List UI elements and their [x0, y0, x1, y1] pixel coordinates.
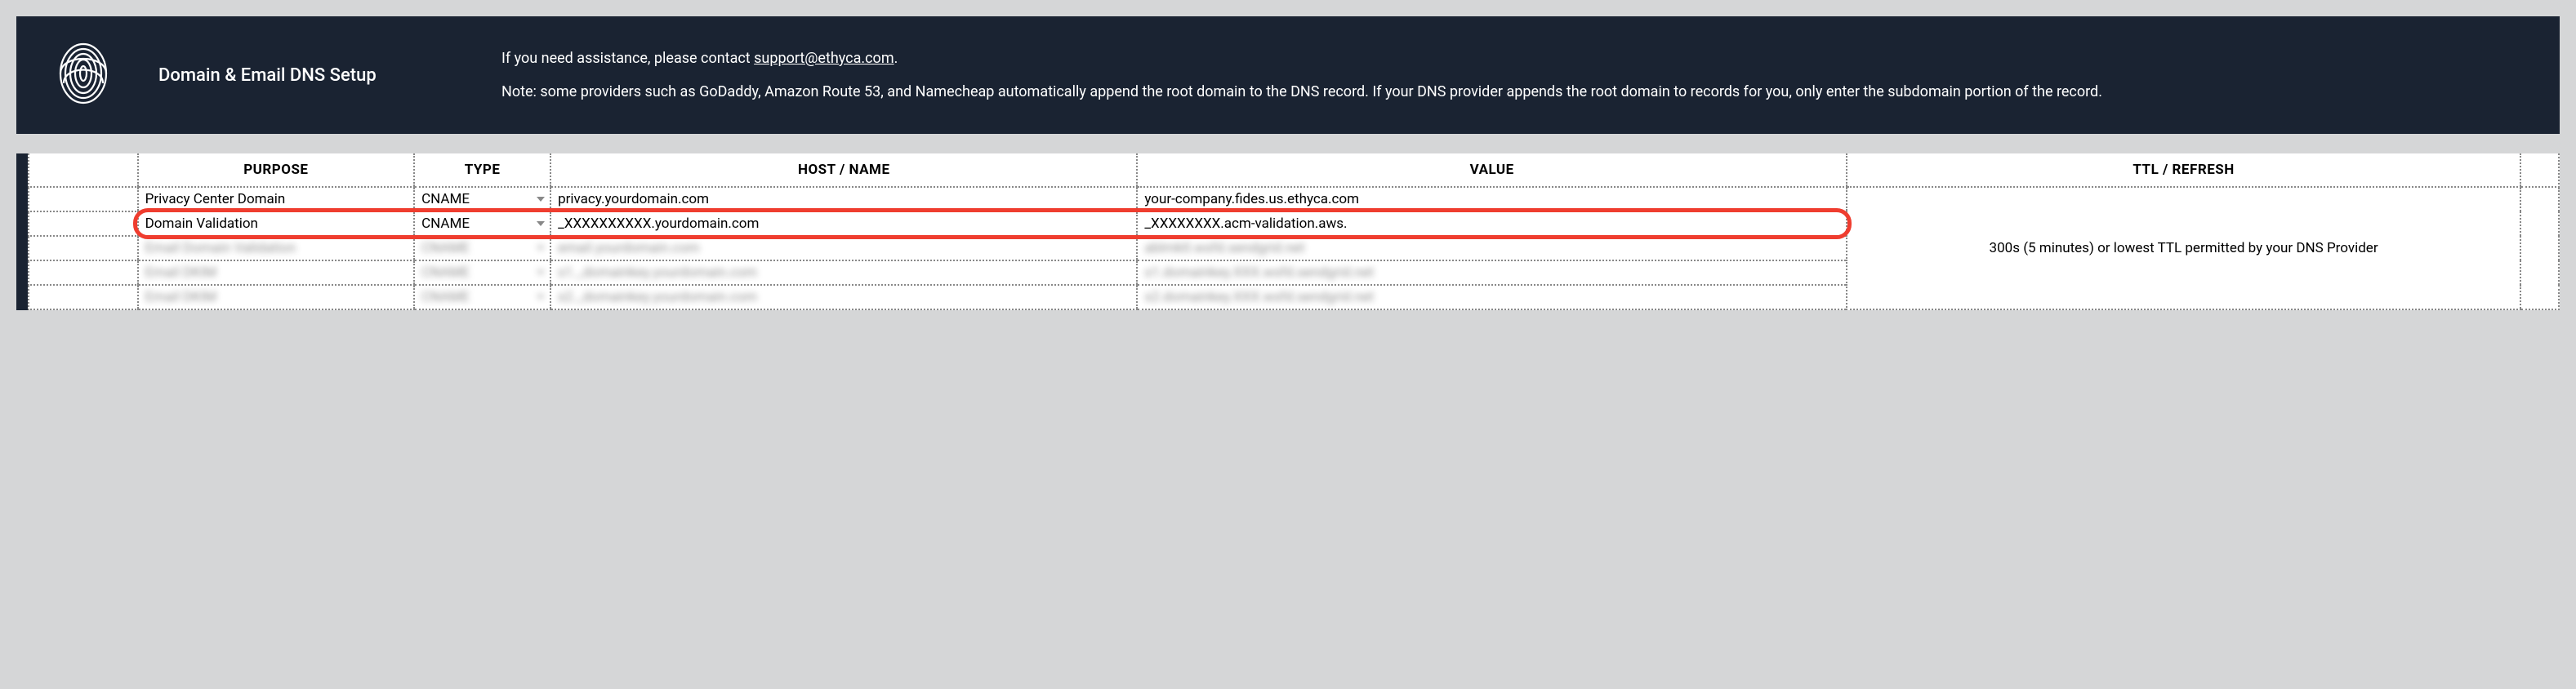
column-header-type: TYPE	[414, 153, 550, 187]
cell-value: s1.domainkey.XXX.wsfd.sendgrid.net	[1137, 260, 1847, 285]
cell-value: _XXXXXXXX.acm-validation.aws.	[1137, 211, 1847, 236]
table-row: Privacy Center Domain CNAME privacy.your…	[29, 187, 2559, 211]
cell-type[interactable]: CNAME	[414, 236, 550, 260]
page-title: Domain & Email DNS Setup	[158, 65, 452, 86]
cell-purpose: Email DKIM	[138, 260, 414, 285]
cell-host: s1._domainkey.yourdomain.com	[550, 260, 1137, 285]
cell-spacer	[29, 187, 138, 211]
dns-table-wrapper: PURPOSE TYPE HOST / NAME VALUE TTL / REF…	[16, 153, 2560, 310]
type-value: CNAME	[421, 191, 470, 207]
provider-note: Note: some providers such as GoDaddy, Am…	[501, 81, 2519, 103]
dns-records-table: PURPOSE TYPE HOST / NAME VALUE TTL / REF…	[28, 153, 2560, 310]
cell-type[interactable]: CNAME	[414, 211, 550, 236]
cell-spacer	[29, 285, 138, 309]
cell-host: s2._domainkey.yourdomain.com	[550, 285, 1137, 309]
chevron-down-icon	[537, 270, 545, 275]
cell-purpose: Email DKIM	[138, 285, 414, 309]
chevron-down-icon	[537, 295, 545, 300]
column-header-ttl: TTL / REFRESH	[1847, 153, 2520, 187]
cell-spacer-end	[2520, 187, 2559, 309]
chevron-down-icon	[537, 197, 545, 202]
type-value: CNAME	[421, 264, 470, 281]
cell-host: email.yourdomain.com	[550, 236, 1137, 260]
column-header-value: VALUE	[1137, 153, 1847, 187]
cell-spacer	[29, 236, 138, 260]
cell-spacer	[29, 260, 138, 285]
assistance-text-suffix: .	[894, 50, 898, 67]
cell-value: s2.domainkey.XXX.wsfd.sendgrid.net	[1137, 285, 1847, 309]
column-spacer-end	[2520, 153, 2559, 187]
column-spacer	[29, 153, 138, 187]
cell-type[interactable]: CNAME	[414, 187, 550, 211]
type-value: CNAME	[421, 216, 470, 232]
chevron-down-icon	[537, 246, 545, 251]
cell-purpose: Email Domain Validation	[138, 236, 414, 260]
header-description: If you need assistance, please contact s…	[501, 47, 2519, 103]
column-header-purpose: PURPOSE	[138, 153, 414, 187]
cell-host: privacy.yourdomain.com	[550, 187, 1137, 211]
cell-purpose: Domain Validation	[138, 211, 414, 236]
cell-type[interactable]: CNAME	[414, 260, 550, 285]
cell-ttl: 300s (5 minutes) or lowest TTL permitted…	[1847, 187, 2520, 309]
cell-type[interactable]: CNAME	[414, 285, 550, 309]
table-left-accent	[16, 153, 28, 310]
cell-purpose: Privacy Center Domain	[138, 187, 414, 211]
support-email-link[interactable]: support@ethyca.com	[754, 50, 894, 67]
header-bar: Domain & Email DNS Setup If you need ass…	[16, 16, 2560, 134]
type-value: CNAME	[421, 289, 470, 305]
assistance-text-prefix: If you need assistance, please contact	[501, 50, 754, 67]
type-value: CNAME	[421, 240, 470, 256]
chevron-down-icon	[537, 221, 545, 226]
fingerprint-icon	[57, 41, 109, 109]
cell-host: _XXXXXXXXXX.yourdomain.com	[550, 211, 1137, 236]
column-header-host: HOST / NAME	[550, 153, 1137, 187]
cell-spacer	[29, 211, 138, 236]
cell-value: your-company.fides.us.ethyca.com	[1137, 187, 1847, 211]
cell-value: ablmktl.wsfd.sendgrid.net	[1137, 236, 1847, 260]
header-title-column: Domain & Email DNS Setup	[158, 65, 452, 86]
